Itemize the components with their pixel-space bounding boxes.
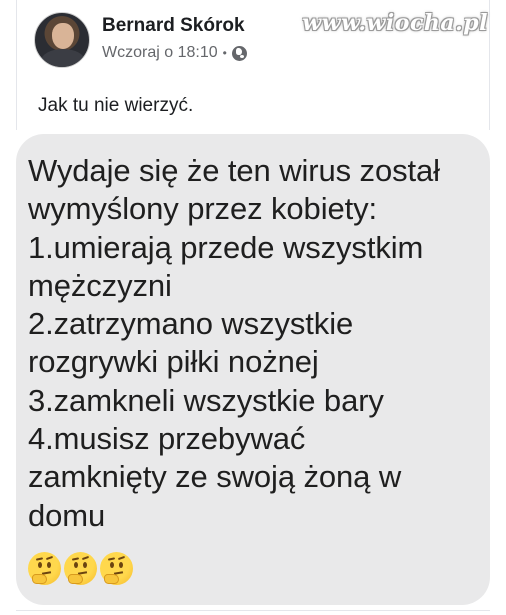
facebook-post: Bernard Skórok Wczoraj o 18:10 • www.wio… xyxy=(0,0,506,615)
avatar-body xyxy=(41,49,85,67)
bubble-line: Wydaje się że ten wirus został xyxy=(28,153,440,188)
post-header: Bernard Skórok Wczoraj o 18:10 • xyxy=(34,12,247,68)
bubble-line: wymyślony przez kobiety: xyxy=(28,191,378,227)
bubble-line: 2.zatrzymano wszystkie xyxy=(28,306,354,342)
avatar-face xyxy=(52,23,74,49)
thinking-face-icon xyxy=(28,552,61,585)
post-text: Jak tu nie wierzyć. xyxy=(38,95,194,116)
emoji-row xyxy=(28,552,133,585)
post-meta: Bernard Skórok Wczoraj o 18:10 • xyxy=(102,14,247,64)
bubble-line: 3.zamkneli wszystkie bary xyxy=(28,382,384,418)
bubble-line: domu xyxy=(28,497,106,533)
card-border-left xyxy=(16,0,17,130)
post-timestamp[interactable]: Wczoraj o 18:10 xyxy=(102,42,218,64)
watermark: www.wiocha.pl xyxy=(302,10,488,36)
thinking-face-icon xyxy=(64,552,97,585)
post-subline: Wczoraj o 18:10 • xyxy=(102,42,247,64)
avatar[interactable] xyxy=(34,12,90,68)
card-border-right xyxy=(489,0,490,130)
bubble-line: 4.musisz przebywać xyxy=(28,421,306,457)
bubble-line: zamknięty ze swoją żoną w xyxy=(28,459,402,495)
separator-dot: • xyxy=(222,46,227,60)
globe-icon[interactable] xyxy=(231,45,247,61)
card-border-bottom xyxy=(16,610,490,611)
thinking-face-icon xyxy=(100,552,133,585)
bubble-text: Wydaje się że ten wirus został wymyślony… xyxy=(28,152,478,535)
author-name[interactable]: Bernard Skórok xyxy=(102,14,247,38)
bubble-line: rozgrywki piłki nożnej xyxy=(28,344,319,380)
bubble-line: mężczyzni xyxy=(28,267,172,303)
bubble-line: 1.umierają przede wszystkim xyxy=(28,229,424,265)
